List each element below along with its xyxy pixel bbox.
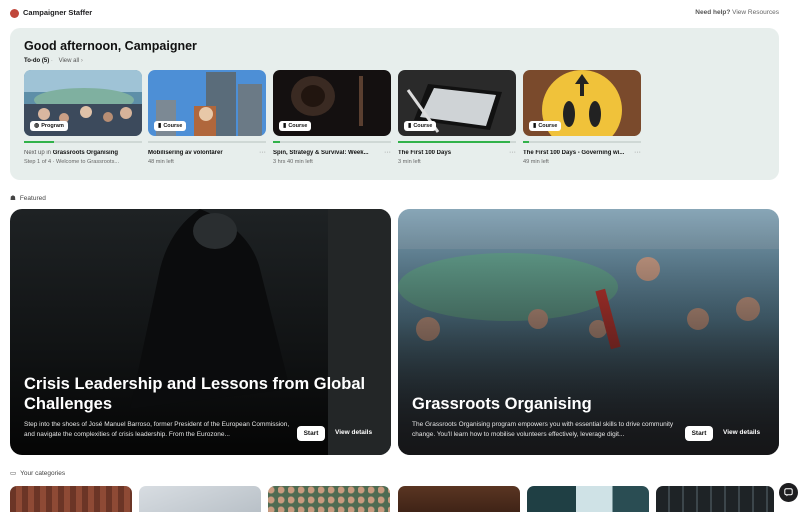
bookmark-icon: ▮	[283, 123, 287, 129]
top-bar: Campaigner Staffer Need help? View Resou…	[0, 0, 800, 28]
brand-name[interactable]: Campaigner Staffer	[23, 8, 92, 17]
todo-card[interactable]: ▮ Course Spin, Strategy & Survival: Week.…	[273, 70, 391, 165]
program-icon: ◍	[34, 123, 40, 129]
todo-panel: Good afternoon, Campaigner To-do (5) · V…	[10, 28, 779, 180]
todo-card[interactable]: ▮ Course The First 100 Days - Governing w…	[523, 70, 641, 165]
progress-bar	[398, 141, 516, 143]
card-title: The First 100 Days - Governing wi...	[523, 150, 625, 156]
more-options-icon[interactable]: ···	[259, 149, 266, 156]
progress-fill	[398, 141, 511, 143]
featured-description: Step into the shoes of José Manuel Barro…	[24, 421, 290, 438]
card-subtitle: 3 hrs 40 min left	[273, 159, 313, 165]
chat-icon	[784, 488, 793, 497]
bookmark-icon: ▮	[533, 123, 537, 129]
card-subtitle: 49 min left	[523, 159, 549, 165]
category-card[interactable]	[10, 486, 132, 512]
category-card[interactable]	[139, 486, 261, 512]
featured-image-crowd	[398, 209, 779, 455]
badge-label: Course	[163, 123, 183, 129]
card-title: Mobilisering av volontärer	[148, 150, 223, 156]
featured-card[interactable]: Crisis Leadership and Lessons from Globa…	[10, 209, 391, 455]
todo-card[interactable]: ◍ Program Next up in Grassroots Organisin…	[24, 70, 142, 165]
greeting: Good afternoon, Campaigner	[24, 39, 197, 53]
featured-image-dark-figure	[10, 209, 391, 455]
featured-title[interactable]: Grassroots Organising	[412, 394, 772, 414]
card-subtitle: 3 min left	[398, 159, 421, 165]
todo-card[interactable]: ▮ Course The First 100 Days ··· 3 min lef…	[398, 70, 516, 165]
featured-description: The Grassroots Organising program empowe…	[412, 421, 674, 438]
course-badge: ▮ Course	[154, 121, 187, 131]
todo-title: To-do (5)	[24, 58, 50, 64]
view-details-button[interactable]: View details	[335, 429, 372, 436]
progress-fill	[24, 141, 54, 143]
categories-label-text: Your categories	[20, 469, 66, 477]
program-badge: ◍ Program	[30, 121, 68, 131]
start-button[interactable]: Start	[685, 426, 713, 441]
featured-label-text: Featured	[19, 194, 46, 202]
chevron-right-icon: ›	[80, 58, 83, 64]
card-thumbnail[interactable]: ▮ Course	[273, 70, 391, 136]
folder-icon: ▭	[10, 470, 17, 477]
card-thumbnail[interactable]: ▮ Course	[148, 70, 266, 136]
card-subtitle: Step 1 of 4 · Welcome to Grassroots...	[24, 159, 120, 165]
course-badge: ▮ Course	[404, 121, 437, 131]
chat-button[interactable]	[779, 483, 798, 502]
brand-logo[interactable]	[10, 9, 19, 18]
medal-icon: ☗	[10, 195, 16, 202]
card-title-prefix: Next up in	[24, 150, 53, 156]
card-thumbnail[interactable]: ▮ Course	[523, 70, 641, 136]
progress-bar	[523, 141, 641, 143]
card-thumbnail[interactable]: ▮ Course	[398, 70, 516, 136]
help-prefix: Need help?	[695, 9, 731, 16]
category-card[interactable]	[656, 486, 774, 512]
card-title: Next up in Grassroots Organising	[24, 150, 132, 156]
card-title: The First 100 Days	[398, 150, 452, 156]
view-resources-link[interactable]: View Resources	[732, 9, 779, 16]
featured-label: ☗ Featured	[10, 194, 46, 203]
more-options-icon[interactable]: ···	[634, 149, 641, 156]
card-title: Spin, Strategy & Survival: Week...	[273, 150, 369, 156]
category-card[interactable]	[398, 486, 520, 512]
course-badge: ▮ Course	[279, 121, 312, 131]
badge-label: Course	[413, 123, 433, 129]
featured-title[interactable]: Crisis Leadership and Lessons from Globa…	[24, 374, 384, 414]
bookmark-icon: ▮	[408, 123, 412, 129]
view-all-link[interactable]: View all	[59, 58, 80, 64]
more-options-icon[interactable]: ···	[384, 149, 391, 156]
help-link[interactable]: Need help? View Resources	[695, 9, 779, 16]
category-card[interactable]	[527, 486, 649, 512]
bookmark-icon: ▮	[158, 123, 162, 129]
course-badge: ▮ Course	[529, 121, 562, 131]
more-options-icon[interactable]: ···	[509, 149, 516, 156]
todo-header: To-do (5) · View all ›	[24, 58, 83, 64]
category-card[interactable]	[268, 486, 390, 512]
todo-card[interactable]: ▮ Course Mobilisering av volontärer ··· 4…	[148, 70, 266, 165]
card-thumbnail[interactable]: ◍ Program	[24, 70, 142, 136]
badge-label: Program	[41, 123, 64, 129]
badge-label: Course	[538, 123, 558, 129]
progress-bar	[24, 141, 142, 143]
card-subtitle: 48 min left	[148, 159, 174, 165]
categories-label: ▭ Your categories	[10, 469, 66, 478]
progress-bar	[148, 141, 266, 143]
badge-label: Course	[288, 123, 308, 129]
card-title-text: Grassroots Organising	[52, 150, 119, 156]
progress-bar	[273, 141, 391, 143]
start-button[interactable]: Start	[297, 426, 325, 441]
view-details-button[interactable]: View details	[723, 429, 760, 436]
progress-fill	[523, 141, 529, 143]
featured-card[interactable]: Grassroots Organising The Grassroots Org…	[398, 209, 779, 455]
progress-fill	[273, 141, 281, 143]
